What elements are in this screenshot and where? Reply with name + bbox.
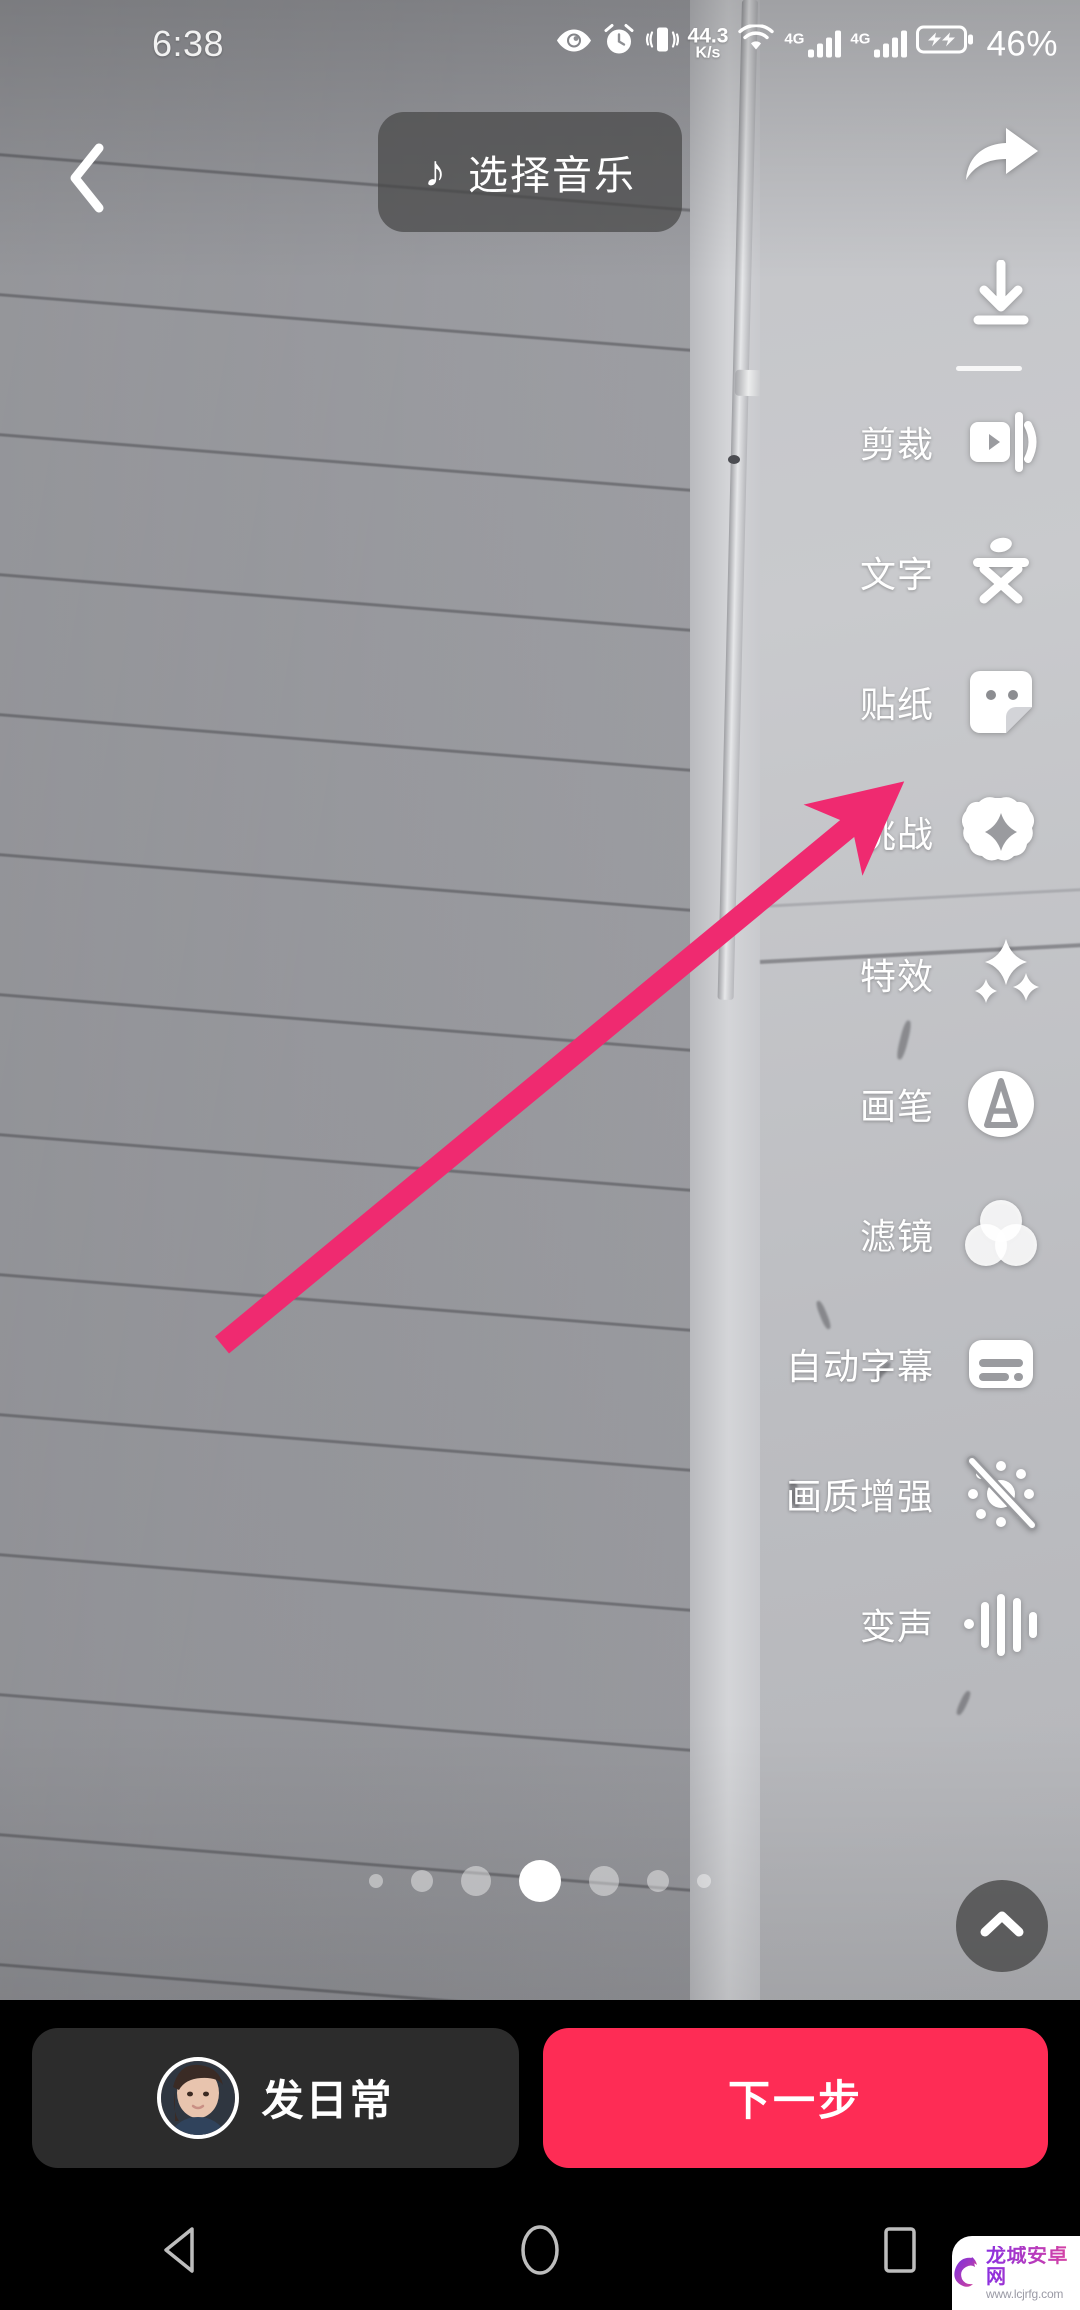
share-arrow-icon: [958, 110, 1044, 196]
back-button[interactable]: [38, 130, 138, 230]
auto-caption-label: 自动字幕: [785, 1346, 934, 1387]
toolbar-divider: [956, 366, 1022, 371]
text-icon: [958, 529, 1044, 615]
page-dot[interactable]: [461, 1866, 491, 1896]
status-icons-group: 44.3 K/s 4G 4G 46%: [555, 23, 1058, 66]
vibrate-icon: [645, 24, 679, 65]
next-step-label: 下一步: [727, 2077, 863, 2124]
chevron-left-icon: [65, 142, 111, 219]
status-time: 6:38: [152, 23, 225, 64]
circle-home-icon: [518, 2224, 562, 2281]
crop-video-icon: [958, 399, 1044, 485]
page-dot[interactable]: [369, 1874, 383, 1888]
sim1-bars: [808, 30, 842, 58]
page-dot[interactable]: [411, 1870, 433, 1892]
brush-icon: [958, 1061, 1044, 1147]
signal-sim1: 4G: [784, 30, 842, 58]
wifi-icon: [737, 23, 775, 64]
site-watermark: 龙城安卓网 www.lcjrfg.com: [952, 2236, 1080, 2310]
page-dot-active[interactable]: [519, 1860, 561, 1902]
brush-label: 画笔: [859, 1086, 934, 1127]
sticker-icon: [958, 659, 1044, 745]
nav-back-button[interactable]: [105, 2213, 255, 2293]
page-dot[interactable]: [697, 1874, 711, 1888]
sidebar-item-auto-caption[interactable]: 自动字幕: [780, 1321, 1080, 1407]
chevron-up-icon: [979, 1908, 1025, 1945]
share-button[interactable]: [780, 110, 1080, 196]
network-speed: 44.3 K/s: [687, 24, 729, 62]
voice-change-icon: [958, 1581, 1044, 1667]
sidebar-item-quality-enhance[interactable]: 画质增强: [780, 1451, 1080, 1537]
page-indicator: [0, 1860, 1080, 1902]
wall-siding-lines: [0, 0, 748, 2000]
effects-sparkle-icon: [958, 931, 1044, 1017]
auto-caption-icon: [958, 1321, 1044, 1407]
bottom-action-bar: 发日常 下一步: [0, 2000, 1080, 2195]
signal-sim2: 4G: [850, 30, 908, 58]
select-music-label: 选择音乐: [468, 154, 636, 198]
android-navigation-bar: [0, 2195, 1080, 2310]
sidebar-item-voice-change[interactable]: 变声: [780, 1581, 1080, 1667]
editor-toolbar: 剪裁 文字 贴纸 挑战 特效 画笔 滤镜 自动字幕 画质增强 变声: [780, 110, 1080, 1667]
post-daily-label: 发日常: [261, 2077, 394, 2124]
download-button[interactable]: [780, 252, 1080, 338]
challenge-label: 挑战: [859, 814, 934, 855]
sidebar-item-filter[interactable]: 滤镜: [780, 1191, 1080, 1277]
sidebar-item-effects[interactable]: 特效: [780, 931, 1080, 1017]
voice-change-label: 变声: [859, 1606, 934, 1647]
battery-charging-icon: [916, 24, 974, 65]
network-speed-unit: K/s: [695, 44, 721, 62]
wall-pipe-screw: [728, 455, 740, 464]
nav-home-button[interactable]: [465, 2213, 615, 2293]
select-music-button[interactable]: ♪ 选择音乐: [378, 112, 682, 232]
status-bar: 6:38 44.3 K/s 4G 4G 46%: [0, 0, 1080, 90]
triangle-back-icon: [160, 2226, 200, 2279]
text-label: 文字: [859, 554, 934, 595]
sim1-network-label: 4G: [784, 30, 805, 48]
page-dot[interactable]: [589, 1866, 619, 1896]
page-dot[interactable]: [647, 1870, 669, 1892]
quality-enhance-label: 画质增强: [785, 1476, 934, 1517]
battery-percent: 46%: [986, 24, 1058, 63]
download-icon: [958, 252, 1044, 338]
sidebar-item-challenge[interactable]: 挑战: [780, 789, 1080, 875]
sidebar-item-text[interactable]: 文字: [780, 529, 1080, 615]
sidebar-item-crop[interactable]: 剪裁: [780, 399, 1080, 485]
sim2-network-label: 4G: [850, 30, 871, 48]
collapse-toolbar-button[interactable]: [956, 1880, 1048, 1972]
crop-label: 剪裁: [859, 424, 934, 465]
sidebar-item-brush[interactable]: 画笔: [780, 1061, 1080, 1147]
filter-circles-icon: [958, 1191, 1044, 1277]
phone-screen: 6:38 44.3 K/s 4G 4G 46% ♪ 选择音乐 剪裁 文字 贴纸 …: [0, 0, 1080, 2310]
quality-enhance-off-icon: [958, 1451, 1044, 1537]
alarm-icon: [602, 23, 636, 66]
challenge-star-icon: [958, 789, 1044, 875]
next-step-button[interactable]: 下一步: [543, 2027, 1048, 2168]
watermark-title: 龙城安卓网: [986, 2245, 1080, 2288]
music-note-icon: ♪: [424, 147, 446, 196]
network-speed-value: 44.3: [687, 24, 729, 48]
avatar: [157, 2056, 240, 2139]
post-daily-button[interactable]: 发日常: [32, 2027, 519, 2168]
sim2-bars: [874, 30, 908, 58]
filter-label: 滤镜: [859, 1216, 934, 1257]
square-recents-icon: [881, 2225, 919, 2280]
effects-label: 特效: [859, 956, 934, 997]
dragon-logo-icon: [952, 2254, 982, 2293]
eye-care-icon: [555, 25, 593, 64]
sticker-label: 贴纸: [859, 684, 934, 725]
watermark-url: www.lcjrfg.com: [986, 2286, 1064, 2301]
sidebar-item-sticker[interactable]: 贴纸: [780, 659, 1080, 745]
